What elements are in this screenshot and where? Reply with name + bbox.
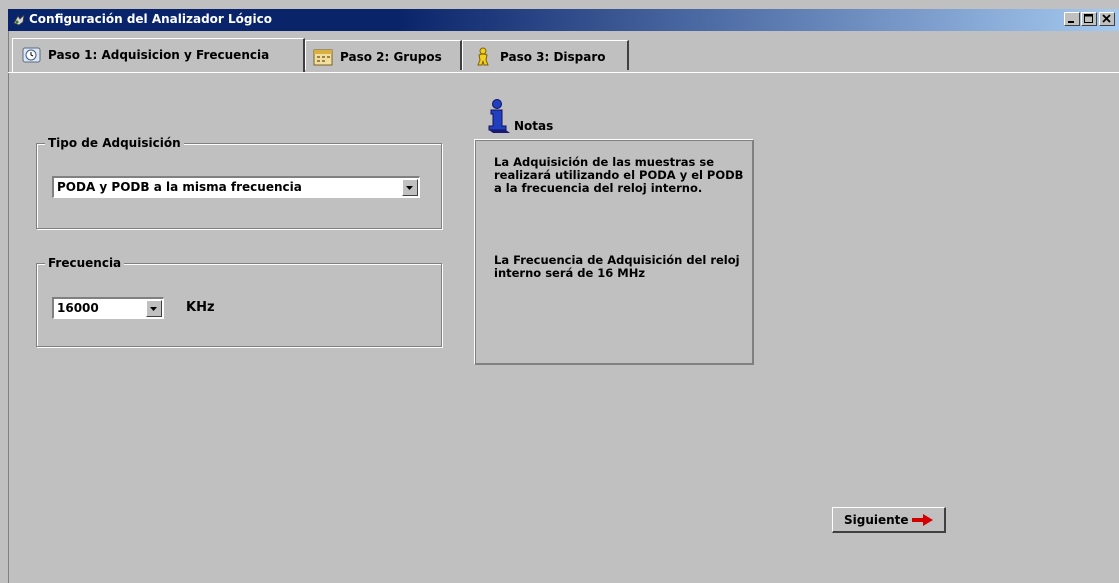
- tab-grupos[interactable]: Paso 2: Grupos: [305, 40, 462, 70]
- select-value: PODA y PODB a la misma frecuencia: [57, 180, 302, 194]
- group-legend: Tipo de Adquisición: [45, 136, 184, 150]
- notes-panel: La Adquisición de las muestras se realiz…: [474, 139, 754, 365]
- minimize-button[interactable]: [1064, 12, 1080, 26]
- acquisition-type-group: Tipo de Adquisición PODA y PODB a la mis…: [36, 136, 442, 229]
- chevron-down-icon: [150, 307, 157, 311]
- title-bar[interactable]: Configuración del Analizador Lógico: [8, 9, 1119, 31]
- dropdown-button[interactable]: [146, 300, 162, 317]
- select-value: 16000: [57, 301, 99, 315]
- maximize-icon: [1084, 14, 1093, 23]
- person-icon: [477, 47, 489, 66]
- clock-icon: [22, 47, 41, 63]
- close-button[interactable]: [1099, 12, 1115, 26]
- frequency-select[interactable]: 16000: [52, 297, 164, 319]
- tab-adquisicion-frecuencia[interactable]: Paso 1: Adquisicion y Frecuencia: [12, 38, 305, 72]
- chevron-down-icon: [406, 186, 413, 190]
- frequency-unit: KHz: [186, 300, 215, 315]
- tab-label: Paso 2: Grupos: [340, 50, 442, 64]
- group-legend: Frecuencia: [45, 256, 125, 270]
- frequency-group: Frecuencia 16000 KHz: [36, 256, 442, 347]
- app-icon: [13, 13, 25, 26]
- notes-title: Notas: [514, 119, 554, 133]
- note-paragraph: La Frecuencia de Adquisición del reloj i…: [494, 253, 740, 280]
- window-left-border: [8, 31, 9, 583]
- window-title: Configuración del Analizador Lógico: [29, 12, 272, 26]
- close-icon: [1102, 14, 1111, 23]
- tab-label: Paso 1: Adquisicion y Frecuencia: [48, 48, 270, 62]
- dropdown-button[interactable]: [402, 179, 418, 196]
- note-paragraph: La Adquisición de las muestras se realiz…: [494, 155, 744, 195]
- next-button-label: Siguiente: [844, 513, 909, 527]
- arrow-right-icon: [912, 514, 933, 526]
- acquisition-type-select[interactable]: PODA y PODB a la misma frecuencia: [52, 176, 420, 198]
- info-icon: [488, 99, 510, 133]
- logic-analyzer-config-window: Configuración del Analizador Lógico Paso…: [0, 0, 1119, 583]
- maximize-button[interactable]: [1081, 12, 1097, 26]
- minimize-icon: [1068, 21, 1074, 23]
- next-button[interactable]: Siguiente: [832, 507, 946, 533]
- tab-disparo[interactable]: Paso 3: Disparo: [462, 40, 629, 70]
- tab-label: Paso 3: Disparo: [500, 50, 606, 64]
- calendar-icon: [313, 49, 333, 66]
- tab-divider: [8, 72, 1119, 73]
